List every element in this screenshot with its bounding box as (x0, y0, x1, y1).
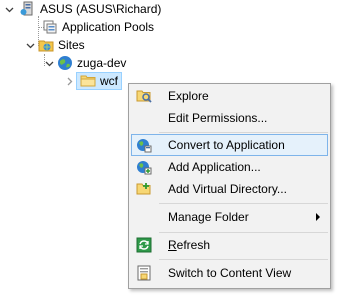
menu-item-switch-to-content-view[interactable]: Switch to Content View (131, 262, 328, 284)
menu-item-add-application[interactable]: Add Application... (131, 156, 328, 178)
content-view-icon (136, 265, 152, 281)
menu-item-label: Edit Permissions... (168, 111, 268, 125)
refresh-label-rest: efresh (176, 238, 211, 252)
tree-node-folder[interactable]: wcf (64, 72, 122, 90)
menu-item-label: Refresh (168, 238, 210, 252)
menu-item-refresh[interactable]: Refresh (131, 234, 328, 256)
convert-icon (136, 137, 152, 153)
tree-node-server[interactable]: ASUS (ASUS\Richard) (4, 0, 161, 18)
menu-item-manage-folder[interactable]: Manage Folder (131, 206, 328, 228)
menu-item-label: Switch to Content View (168, 266, 292, 280)
menu-separator (159, 232, 328, 233)
context-menu: Explore Edit Permissions... Convert to A… (128, 83, 331, 289)
submenu-arrow-icon (316, 213, 320, 221)
menu-item-label: Manage Folder (168, 210, 249, 224)
chevron-down-icon[interactable] (44, 58, 54, 68)
server-label: ASUS (ASUS\Richard) (40, 2, 162, 16)
menu-item-label: Convert to Application (168, 138, 285, 152)
sites-icon (38, 37, 54, 53)
sites-label: Sites (58, 38, 85, 52)
globe-icon (57, 55, 73, 71)
menu-item-add-virtual-directory[interactable]: Add Virtual Directory... (131, 178, 328, 200)
app-pools-icon (42, 19, 58, 35)
add-application-icon (136, 159, 152, 175)
menu-item-label: Add Virtual Directory... (168, 182, 287, 196)
add-virtual-directory-icon (136, 181, 152, 197)
tree-node-app-pools[interactable]: Application Pools (42, 18, 154, 36)
refresh-icon (136, 237, 152, 253)
tree-node-sites[interactable]: Sites (25, 36, 85, 54)
explore-icon (136, 88, 152, 104)
menu-item-convert-to-application[interactable]: Convert to Application (131, 134, 328, 156)
menu-separator (159, 259, 328, 260)
folder-node-selected[interactable]: wcf (76, 72, 122, 90)
menu-separator (159, 132, 328, 133)
chevron-down-icon[interactable] (4, 4, 14, 14)
menu-item-label: Add Application... (168, 160, 261, 174)
server-icon (20, 1, 36, 17)
refresh-accelerator: R (168, 238, 177, 252)
menu-item-edit-permissions[interactable]: Edit Permissions... (131, 107, 328, 129)
tree-node-site[interactable]: zuga-dev (44, 54, 126, 72)
chevron-right-icon[interactable] (64, 76, 74, 86)
menu-item-explore[interactable]: Explore (131, 85, 328, 107)
folder-icon (80, 73, 96, 89)
site-label: zuga-dev (77, 56, 127, 70)
app-pools-label: Application Pools (62, 20, 155, 34)
chevron-down-icon[interactable] (25, 40, 35, 50)
menu-item-label: Explore (168, 89, 209, 103)
menu-separator (159, 203, 328, 204)
folder-label: wcf (100, 74, 118, 88)
